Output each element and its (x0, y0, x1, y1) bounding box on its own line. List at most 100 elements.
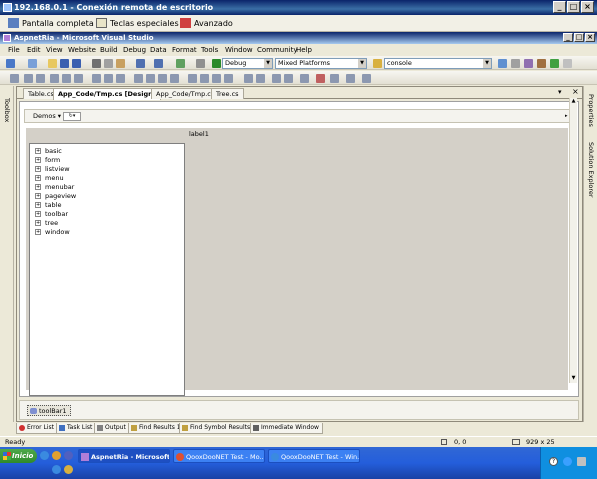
remove-vspacing-icon[interactable] (224, 74, 233, 83)
menu-window[interactable]: Window (225, 45, 253, 55)
platform-select[interactable]: Mixed Platforms ▼ (275, 58, 367, 69)
menu-help[interactable]: Help (296, 45, 312, 55)
save-all-icon[interactable] (72, 59, 81, 68)
expand-icon[interactable]: + (35, 211, 41, 217)
tab-immediate[interactable]: Immediate Window (250, 423, 323, 434)
expand-icon[interactable]: + (35, 157, 41, 163)
layout-icon[interactable] (362, 74, 371, 83)
close-document-icon[interactable]: × (572, 87, 579, 96)
close-button[interactable]: × (581, 1, 594, 13)
copy-icon[interactable] (104, 59, 113, 68)
solution-config-select[interactable]: Debug ▼ (222, 58, 273, 69)
same-width-icon[interactable] (92, 74, 101, 83)
explorer-icon[interactable] (52, 451, 61, 460)
same-size-icon[interactable] (116, 74, 125, 83)
center-vertically-icon[interactable] (256, 74, 265, 83)
toolbox-icon[interactable] (537, 59, 546, 68)
bring-to-front-icon[interactable] (272, 74, 281, 83)
find-icon[interactable] (196, 59, 205, 68)
command-window-icon[interactable] (563, 59, 572, 68)
tab-error-list[interactable]: Error List (16, 423, 59, 434)
tab-order-icon[interactable] (330, 74, 339, 83)
menu-website[interactable]: Website (68, 45, 96, 55)
menu-build[interactable]: Build (100, 45, 118, 55)
expand-icon[interactable]: + (35, 202, 41, 208)
scroll-up-icon[interactable]: ▲ (570, 98, 577, 106)
expand-icon[interactable]: + (35, 148, 41, 154)
paste-icon[interactable] (116, 59, 125, 68)
expand-icon[interactable]: + (35, 166, 41, 172)
expand-icon[interactable]: + (35, 229, 41, 235)
expand-icon[interactable]: + (35, 193, 41, 199)
same-height-icon[interactable] (104, 74, 113, 83)
tab-task-list[interactable]: Task List (56, 423, 97, 434)
vertical-spacing-icon[interactable] (188, 74, 197, 83)
save-icon[interactable] (60, 59, 69, 68)
properties-tab[interactable]: Properties (587, 94, 595, 127)
align-tops-icon[interactable] (50, 74, 59, 83)
demo-tree[interactable]: + basic + form + listview + menu + menubar + p… (29, 143, 185, 396)
refresh-icon[interactable]: ↻▾ (63, 112, 81, 121)
fullscreen-button[interactable]: Pantalla completa (8, 17, 94, 30)
quicklaunch-icon[interactable] (64, 451, 73, 460)
new-project-icon[interactable] (6, 59, 15, 68)
align-centers-icon[interactable] (24, 74, 33, 83)
object-browser-icon[interactable] (524, 59, 533, 68)
vs-maximize-button[interactable]: □ (574, 33, 584, 42)
smart-tag-icon[interactable]: ▸ (565, 113, 568, 119)
open-file-icon[interactable] (48, 59, 57, 68)
menu-edit[interactable]: Edit (27, 45, 41, 55)
tab-tmp-cs[interactable]: App_Code/Tmp.cs (151, 88, 220, 99)
menu-data[interactable]: Data (150, 45, 167, 55)
minimize-button[interactable]: _ (553, 1, 566, 13)
taskbar-item-vs[interactable]: AspnetRia - Microsoft... (78, 449, 170, 463)
align-bottoms-icon[interactable] (74, 74, 83, 83)
menu-view[interactable]: View (46, 45, 63, 55)
show-desktop-icon[interactable] (52, 465, 61, 474)
send-to-back-icon[interactable] (284, 74, 293, 83)
decrease-vspacing-icon[interactable] (212, 74, 221, 83)
decrease-spacing-icon[interactable] (158, 74, 167, 83)
menu-file[interactable]: File (8, 45, 20, 55)
tab-find-results[interactable]: Find Results 1 (128, 423, 185, 434)
add-item-icon[interactable] (28, 59, 37, 68)
tab-output[interactable]: Output (94, 423, 130, 434)
properties-icon[interactable] (511, 59, 520, 68)
tab-tree-cs[interactable]: Tree.cs (211, 88, 244, 99)
menu-debug[interactable]: Debug (123, 45, 146, 55)
increase-vspacing-icon[interactable] (200, 74, 209, 83)
expand-icon[interactable]: + (35, 184, 41, 190)
horizontal-spacing-icon[interactable] (134, 74, 143, 83)
design-surface[interactable]: Demos ▾ ↻▾ ▸ label1 + basic + form + listvi… (19, 101, 579, 397)
tab-find-symbol[interactable]: Find Symbol Results (179, 423, 255, 434)
help-icon[interactable]: ? (549, 457, 558, 466)
ie-icon[interactable] (40, 451, 49, 460)
undo-icon[interactable] (136, 59, 145, 68)
tab-tmp-design[interactable]: App_Code/Tmp.cs [Design] (53, 88, 161, 100)
toolbar1-component[interactable]: toolBar1 (27, 405, 71, 416)
expand-icon[interactable]: + (35, 175, 41, 181)
network-icon[interactable] (563, 457, 572, 466)
align-to-grid-icon[interactable] (300, 74, 309, 83)
format-icon[interactable] (346, 74, 355, 83)
align-middles-icon[interactable] (62, 74, 71, 83)
taskbar-item-qoox1[interactable]: QooxDooNET Test - Mo... (173, 449, 265, 463)
vs-minimize-button[interactable]: _ (563, 33, 573, 42)
remove-spacing-icon[interactable] (170, 74, 179, 83)
align-rights-icon[interactable] (36, 74, 45, 83)
start-debug-icon[interactable] (212, 59, 221, 68)
increase-spacing-icon[interactable] (146, 74, 155, 83)
align-lefts-icon[interactable] (10, 74, 19, 83)
navigate-icon[interactable] (176, 59, 185, 68)
menu-tools[interactable]: Tools (201, 45, 218, 55)
special-keys-button[interactable]: Teclas especiales (96, 17, 179, 30)
toolbox-tab[interactable]: Toolbox (0, 86, 14, 422)
find-in-files-icon[interactable] (373, 59, 382, 68)
lock-controls-icon[interactable] (316, 74, 325, 83)
vs-close-button[interactable]: × (585, 33, 595, 42)
vertical-scrollbar[interactable]: ▲ ▼ (569, 98, 577, 383)
cut-icon[interactable] (92, 59, 101, 68)
find-combo[interactable]: console ▼ (384, 58, 492, 69)
redo-icon[interactable] (154, 59, 163, 68)
menu-format[interactable]: Format (172, 45, 197, 55)
